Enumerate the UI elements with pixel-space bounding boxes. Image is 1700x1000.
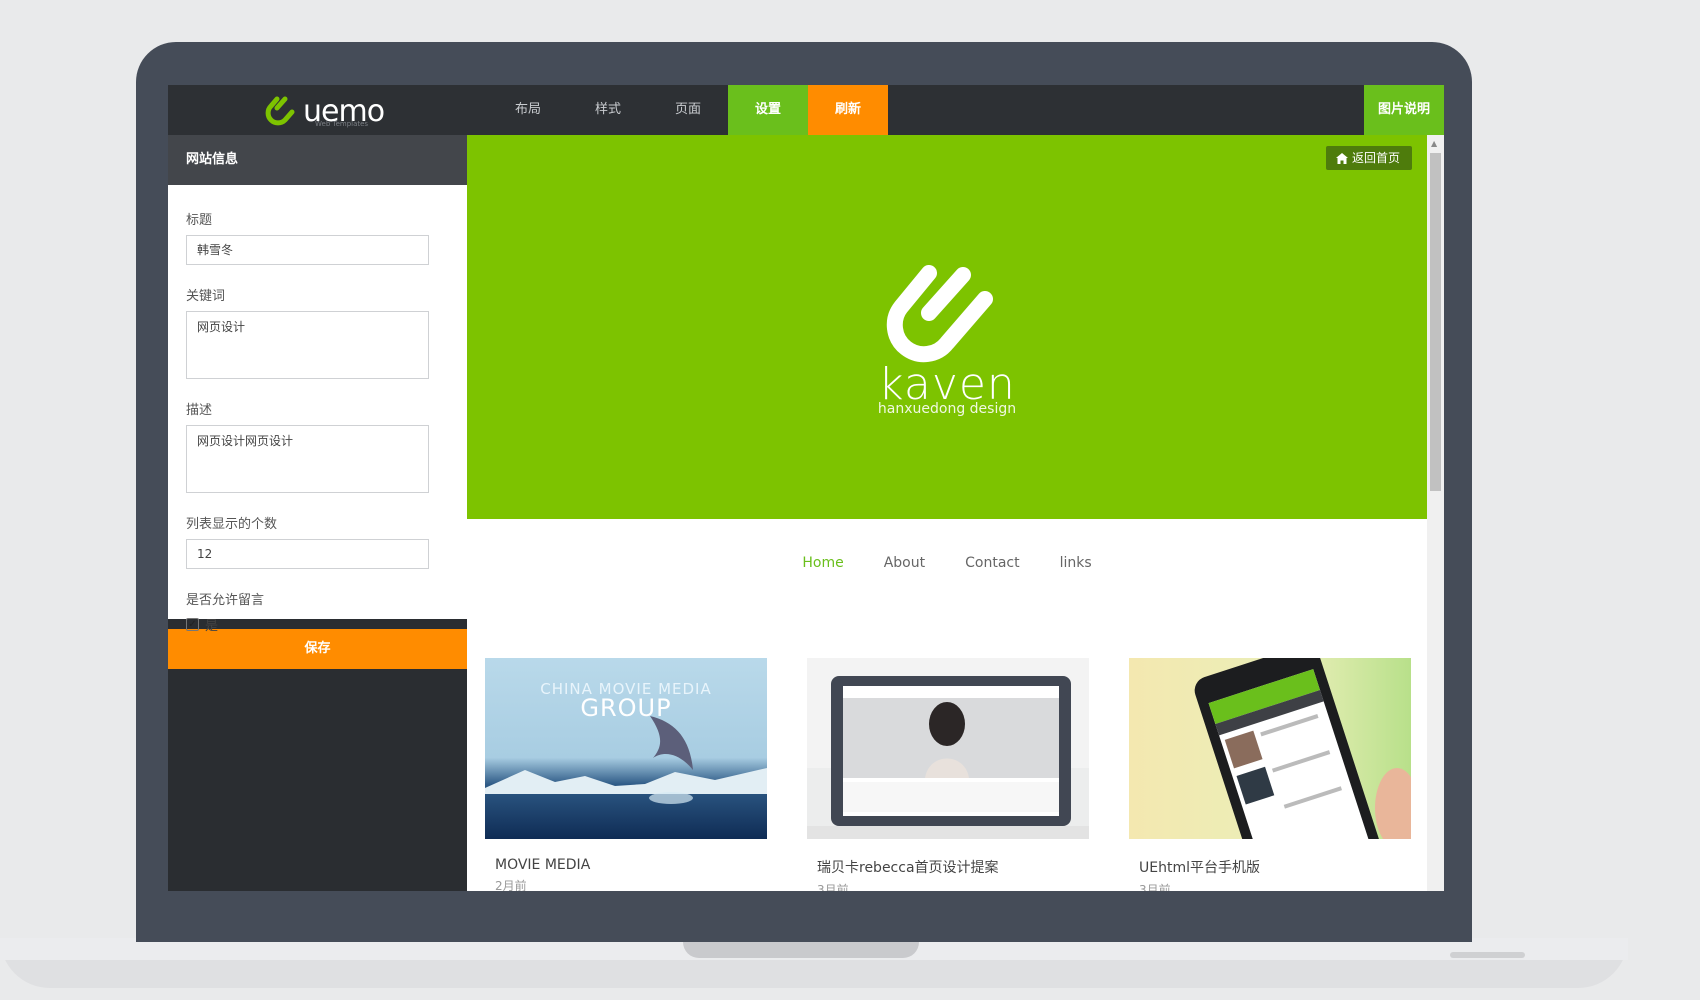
site-nav-links[interactable]: links: [1060, 555, 1092, 571]
allow-comment-checkbox[interactable]: ✓: [186, 618, 199, 631]
site-preview: 返回首页 kaven hanxuedong design Home About …: [467, 135, 1427, 891]
laptop-screen: uemo Web Templates 布局 样式 页面 设置 刷新 图片说明 网…: [168, 85, 1444, 891]
settings-sidebar: 网站信息 标题 韩雪冬 关键词 网页设计 描述 网页设计网页设计 列表显示的个数…: [168, 135, 1427, 891]
top-navbar: uemo Web Templates 布局 样式 页面 设置 刷新 图片说明: [168, 85, 1444, 135]
site-nav-contact[interactable]: Contact: [965, 555, 1019, 571]
project-date: 2月前: [495, 879, 527, 891]
project-date: 3月前: [1139, 883, 1171, 891]
site-nav-home[interactable]: Home: [802, 555, 843, 571]
title-label: 标题: [186, 213, 213, 228]
project-list: CHINA MOVIE MEDIA GROUP MOVIE MEDIA 2月前: [485, 658, 1411, 891]
nav-layout[interactable]: 布局: [488, 85, 568, 135]
nav-style[interactable]: 样式: [568, 85, 648, 135]
hero-banner: 返回首页 kaven hanxuedong design: [467, 135, 1427, 519]
brand-subtitle: Web Templates: [315, 120, 369, 128]
project-date: 3月前: [817, 883, 849, 891]
description-textarea[interactable]: 网页设计网页设计: [186, 425, 429, 493]
nav-refresh[interactable]: 刷新: [808, 85, 888, 135]
keywords-textarea[interactable]: 网页设计: [186, 311, 429, 379]
dolphin-icon: [485, 716, 767, 804]
project-title[interactable]: UEhtml平台手机版: [1139, 857, 1411, 877]
hero-subtitle: hanxuedong design: [877, 401, 1017, 417]
image-help-button[interactable]: 图片说明: [1364, 85, 1444, 135]
back-home-button[interactable]: 返回首页: [1325, 146, 1412, 170]
nav-page[interactable]: 页面: [648, 85, 728, 135]
description-label: 描述: [186, 403, 213, 418]
site-nav-about[interactable]: About: [884, 555, 925, 571]
project-card[interactable]: CHINA MOVIE MEDIA GROUP MOVIE MEDIA 2月前: [485, 658, 767, 891]
allow-comment-option-label: 是: [205, 619, 219, 634]
list-count-label: 列表显示的个数: [186, 517, 278, 532]
brand-logo[interactable]: uemo Web Templates: [263, 91, 385, 131]
back-home-label: 返回首页: [1351, 151, 1400, 165]
phone-mockup-icon: [1194, 658, 1411, 839]
project-thumbnail-mobile[interactable]: [1129, 658, 1411, 839]
preview-scrollbar[interactable]: ▲: [1427, 135, 1444, 891]
site-nav: Home About Contact links: [467, 555, 1427, 571]
project-thumbnail-movie[interactable]: CHINA MOVIE MEDIA GROUP: [485, 658, 767, 839]
scroll-up-icon[interactable]: ▲: [1431, 139, 1437, 148]
save-button[interactable]: 保存: [168, 629, 467, 669]
project-title[interactable]: 瑞贝卡rebecca首页设计提案: [817, 857, 1089, 877]
main-nav: 布局 样式 页面 设置 刷新: [488, 85, 888, 135]
site-info-form: 标题 韩雪冬 关键词 网页设计 描述 网页设计网页设计 列表显示的个数 12 是…: [168, 185, 467, 634]
laptop-indicator: [1450, 952, 1525, 958]
project-card[interactable]: 瑞贝卡rebecca首页设计提案 3月前: [807, 658, 1089, 891]
scroll-thumb[interactable]: [1430, 153, 1441, 491]
title-input[interactable]: 韩雪冬: [186, 235, 429, 265]
nav-settings[interactable]: 设置: [728, 85, 808, 135]
uemo-logo-icon: [265, 96, 295, 126]
project-thumbnail-rebecca[interactable]: [807, 658, 1089, 839]
home-icon: [1335, 152, 1348, 164]
list-count-input[interactable]: 12: [186, 539, 429, 569]
keywords-label: 关键词: [186, 289, 226, 304]
project-card[interactable]: UEhtml平台手机版 3月前: [1129, 658, 1411, 891]
project-title[interactable]: MOVIE MEDIA: [495, 857, 767, 873]
allow-comment-label: 是否允许留言: [186, 593, 265, 608]
sidebar-header: 网站信息: [168, 135, 467, 185]
laptop-mockup-icon: [807, 658, 1089, 839]
